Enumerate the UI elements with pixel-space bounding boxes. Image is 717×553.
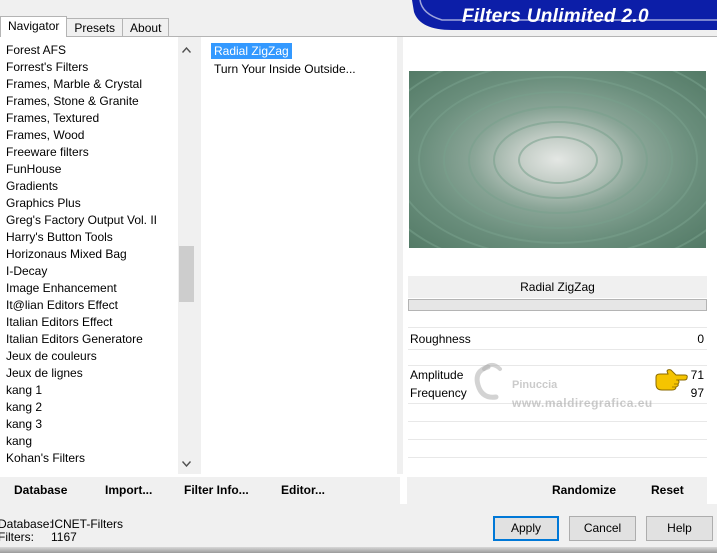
apply-button[interactable]: Apply xyxy=(493,516,559,541)
param-value: 97 xyxy=(690,386,704,400)
filter-preview xyxy=(409,71,706,248)
category-item[interactable]: FunHouse xyxy=(6,161,61,178)
category-item[interactable]: Kohan's Filters xyxy=(6,450,85,467)
param-value: 71 xyxy=(690,368,704,382)
param-label: Frequency xyxy=(410,386,467,400)
cancel-button[interactable]: Cancel xyxy=(569,516,636,541)
scroll-down-button[interactable] xyxy=(178,455,195,472)
chevron-up-icon xyxy=(182,46,191,53)
category-item[interactable]: Italian Editors Effect xyxy=(6,314,113,331)
tab-bar: Navigator Presets About xyxy=(0,16,170,37)
category-item[interactable]: Jeux de lignes xyxy=(6,365,83,382)
param-label: Roughness xyxy=(410,332,471,346)
column-divider xyxy=(397,37,403,474)
category-item[interactable]: kang 2 xyxy=(6,399,42,416)
category-item[interactable]: Italian Editors Generatore xyxy=(6,331,143,348)
filter-item-radial-zigzag[interactable]: Radial ZigZag xyxy=(211,43,292,59)
category-item[interactable]: I-Decay xyxy=(6,263,47,280)
filter-name-bar: Radial ZigZag xyxy=(408,276,707,298)
filter-info-button[interactable]: Filter Info... xyxy=(184,483,249,497)
category-item[interactable]: Freeware filters xyxy=(6,144,89,161)
category-item[interactable]: Frames, Textured xyxy=(6,110,99,127)
category-item[interactable]: Forrest's Filters xyxy=(6,59,88,76)
window-bottom-edge xyxy=(0,547,717,553)
category-item[interactable]: Frames, Marble & Crystal xyxy=(6,76,142,93)
category-item[interactable]: Gradients xyxy=(6,178,58,195)
database-label: Database: xyxy=(0,517,53,531)
tab-navigator[interactable]: Navigator xyxy=(0,16,68,37)
database-value: ICNET-Filters xyxy=(51,517,123,531)
randomize-button[interactable]: Randomize xyxy=(552,483,616,497)
help-button[interactable]: Help xyxy=(646,516,713,541)
import-button[interactable]: Import... xyxy=(105,483,152,497)
tab-about[interactable]: About xyxy=(122,18,170,36)
category-item[interactable]: Frames, Stone & Granite xyxy=(6,93,139,110)
pointing-hand-icon xyxy=(655,369,688,391)
scroll-thumb[interactable] xyxy=(179,246,194,302)
category-item[interactable]: Graphics Plus xyxy=(6,195,81,212)
param-label: Amplitude xyxy=(410,368,464,382)
category-item[interactable]: kang 1 xyxy=(6,382,42,399)
category-item[interactable]: Harry's Button Tools xyxy=(6,229,113,246)
category-item[interactable]: Image Enhancement xyxy=(6,280,117,297)
editor-button[interactable]: Editor... xyxy=(281,483,325,497)
category-item[interactable]: Horizonaus Mixed Bag xyxy=(6,246,127,263)
category-item[interactable]: kang xyxy=(6,433,32,450)
category-item[interactable]: kang 3 xyxy=(6,416,42,433)
column-divider xyxy=(195,37,201,474)
category-scrollbar[interactable] xyxy=(178,37,195,474)
filter-item-turn-inside-outside[interactable]: Turn Your Inside Outside... xyxy=(211,61,359,77)
navigator-panel: Forest AFS Forrest's Filters Frames, Mar… xyxy=(0,36,717,505)
reset-button[interactable]: Reset xyxy=(651,483,684,497)
category-item[interactable]: Jeux de couleurs xyxy=(6,348,97,365)
tab-presets[interactable]: Presets xyxy=(66,18,124,36)
category-item[interactable]: It@lian Editors Effect xyxy=(6,297,118,314)
category-item[interactable]: Greg's Factory Output Vol. II xyxy=(6,212,157,229)
param-roughness[interactable]: Roughness 0 xyxy=(410,331,706,348)
category-list[interactable]: Forest AFS Forrest's Filters Frames, Mar… xyxy=(0,37,178,474)
progress-bar xyxy=(408,299,707,311)
category-item[interactable]: Forest AFS xyxy=(6,42,66,59)
banner-title: Filters Unlimited 2.0 xyxy=(462,6,649,27)
watermark-url: www.maldiregrafica.eu xyxy=(512,396,653,410)
watermark-name: Pinuccia xyxy=(512,379,558,391)
chevron-down-icon xyxy=(182,460,191,467)
scroll-up-button[interactable] xyxy=(178,41,195,58)
database-button[interactable]: Database xyxy=(14,483,67,497)
param-value: 0 xyxy=(697,332,704,346)
category-item[interactable]: Frames, Wood xyxy=(6,127,84,144)
filters-label: Filters: xyxy=(0,530,34,544)
filters-count: 1167 xyxy=(51,530,77,544)
